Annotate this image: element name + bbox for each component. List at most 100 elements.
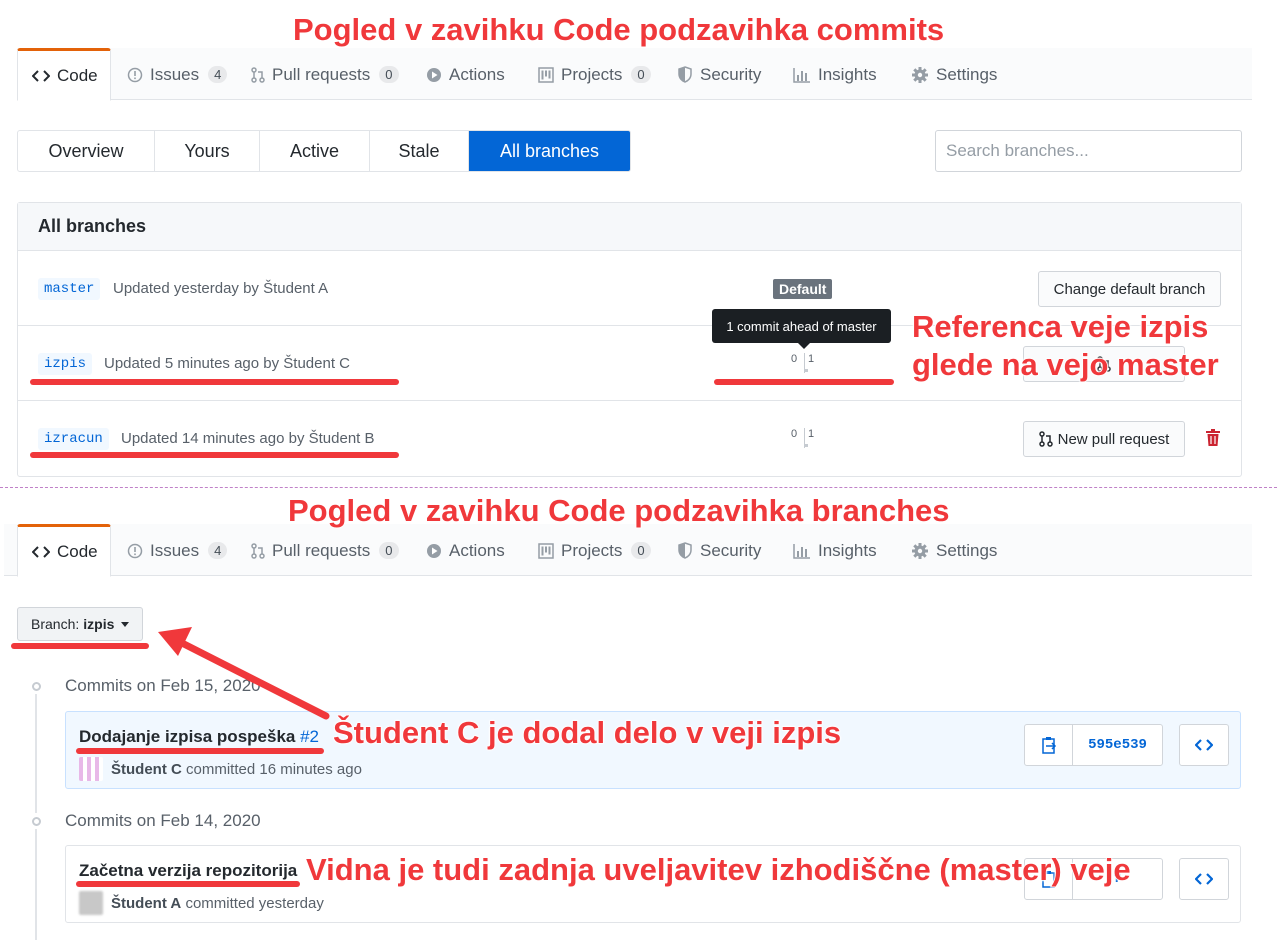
annotation-ref-line1: Referenca veje izpis: [911, 309, 1209, 344]
new-pull-request-button[interactable]: New pull request: [1023, 421, 1185, 457]
code-icon: [32, 545, 50, 559]
branch-select-value: izpis: [83, 616, 115, 632]
project-icon: [538, 66, 554, 83]
tab-code[interactable]: Code: [17, 48, 111, 101]
branch-name-link[interactable]: izracun: [38, 428, 109, 450]
commit-author[interactable]: Študent A: [111, 895, 181, 912]
tab-label: Insights: [818, 540, 877, 560]
search-branches-input[interactable]: [935, 130, 1242, 172]
graph-icon: [793, 67, 811, 83]
avatar[interactable]: [79, 757, 103, 781]
tab-projects[interactable]: Projects 0: [524, 48, 665, 101]
commit-pr-link[interactable]: #2: [300, 727, 319, 746]
filter-active[interactable]: Active: [260, 131, 370, 171]
shield-icon: [677, 542, 693, 559]
tab-settings[interactable]: Settings: [897, 524, 1011, 577]
commit-message-link[interactable]: Začetna verzija repozitorija: [79, 861, 297, 880]
pull-request-icon: [251, 66, 265, 83]
gear-icon: [911, 66, 929, 84]
tab-insights[interactable]: Insights: [779, 48, 891, 101]
commit-group-dot-icon: [28, 678, 44, 694]
tab-pull-requests[interactable]: Pull requests 0: [237, 48, 413, 101]
tab-label: Code: [57, 65, 98, 85]
tab-label: Projects: [561, 540, 623, 560]
commit-title[interactable]: Začetna verzija repozitorija: [79, 861, 297, 881]
browse-code-icon[interactable]: [1179, 858, 1229, 900]
filter-overview[interactable]: Overview: [18, 131, 155, 171]
branch-select-prefix: Branch:: [31, 616, 80, 632]
ahead-count: 1: [808, 353, 815, 365]
tab-label: Settings: [936, 540, 998, 560]
tab-code[interactable]: Code: [17, 524, 111, 577]
tab-settings[interactable]: Settings: [897, 48, 1011, 101]
projects-counter: 0: [631, 66, 651, 83]
new-pull-request-label: New pull request: [1057, 430, 1170, 448]
tab-security[interactable]: Security: [663, 524, 775, 577]
gear-icon: [911, 542, 929, 560]
change-default-branch-button[interactable]: Change default branch: [1038, 271, 1221, 307]
avatar[interactable]: [79, 891, 103, 915]
pr-counter: 0: [379, 542, 399, 559]
filter-stale[interactable]: Stale: [370, 131, 469, 171]
branch-updated-text: Updated yesterday by Študent A: [113, 280, 329, 297]
pull-request-icon: [1038, 431, 1053, 447]
tab-security[interactable]: Security: [663, 48, 775, 101]
pr-counter: 0: [379, 66, 399, 83]
tab-label: Pull requests: [272, 64, 371, 84]
annotation-top-title: Pogled v zavihku Code podzavihka commits: [292, 12, 945, 47]
branch-row: izracun Updated 14 minutes ago by Študen…: [18, 401, 1241, 477]
tab-pull-requests[interactable]: Pull requests 0: [237, 524, 413, 577]
branch-name-link[interactable]: master: [38, 278, 101, 300]
shield-icon: [677, 66, 693, 83]
tab-label: Issues: [150, 540, 200, 560]
ahead-bar: [804, 369, 808, 372]
tab-insights[interactable]: Insights: [779, 524, 891, 577]
default-badge: Default: [773, 279, 833, 299]
annotation-bottom-title: Pogled v zavihku Code podzavihka branche…: [287, 493, 950, 528]
tab-actions[interactable]: Actions: [412, 48, 519, 101]
commit-message-link[interactable]: Dodajanje izpisa pospeška: [79, 727, 295, 746]
commit-group-date: Commits on Feb 14, 2020: [65, 811, 261, 830]
commit-group-dot-icon: [28, 813, 44, 829]
ahead-count: 1: [808, 428, 815, 440]
browse-code-icon[interactable]: [1179, 724, 1229, 766]
ahead-bar: [804, 444, 808, 447]
tab-actions[interactable]: Actions: [412, 524, 519, 577]
underline-commit-2: [76, 881, 300, 887]
filter-yours[interactable]: Yours: [155, 131, 260, 171]
issues-counter: 4: [208, 542, 228, 559]
behind-count: 0: [791, 353, 798, 365]
filter-all-branches[interactable]: All branches: [469, 131, 630, 171]
tab-label: Issues: [150, 64, 200, 84]
commit-author[interactable]: Študent C: [111, 761, 182, 778]
tab-issues[interactable]: Issues 4: [113, 48, 241, 101]
pull-request-icon: [251, 542, 265, 559]
ahead-tooltip: 1 commit ahead of master: [712, 309, 891, 349]
ahead-behind-indicator[interactable]: 0 1: [791, 353, 821, 377]
tab-projects[interactable]: Projects 0: [524, 524, 665, 577]
trash-icon[interactable]: [1205, 429, 1221, 447]
code-icon: [32, 69, 50, 83]
projects-counter: 0: [631, 542, 651, 559]
tab-label: Actions: [449, 540, 505, 560]
commit-title[interactable]: Dodajanje izpisa pospeška #2: [79, 727, 319, 747]
underline-izracun: [30, 452, 399, 458]
tab-issues[interactable]: Issues 4: [113, 524, 241, 577]
underline-izpis: [30, 379, 399, 385]
ahead-behind-indicator[interactable]: 0 1: [791, 428, 821, 452]
tab-label: Projects: [561, 64, 623, 84]
tab-label: Actions: [449, 64, 505, 84]
commit-when: committed yesterday: [185, 894, 324, 912]
tab-label: Code: [57, 541, 98, 561]
branch-name-link[interactable]: izpis: [38, 353, 93, 375]
tab-label: Pull requests: [272, 540, 371, 560]
branch-updated-text: Updated 5 minutes ago by Študent C: [104, 355, 350, 372]
graph-icon: [793, 543, 811, 559]
branch-select-button[interactable]: Branch: izpis: [17, 607, 143, 641]
commit-sha-link[interactable]: 595e539: [1073, 725, 1162, 765]
tab-label: Security: [700, 540, 762, 560]
tab-label: Insights: [818, 64, 877, 84]
play-icon: [426, 543, 442, 559]
copy-icon[interactable]: [1025, 725, 1073, 765]
repo-tabs-bottom: Code Issues 4 Pull requests 0 Actions Pr…: [4, 524, 1252, 577]
